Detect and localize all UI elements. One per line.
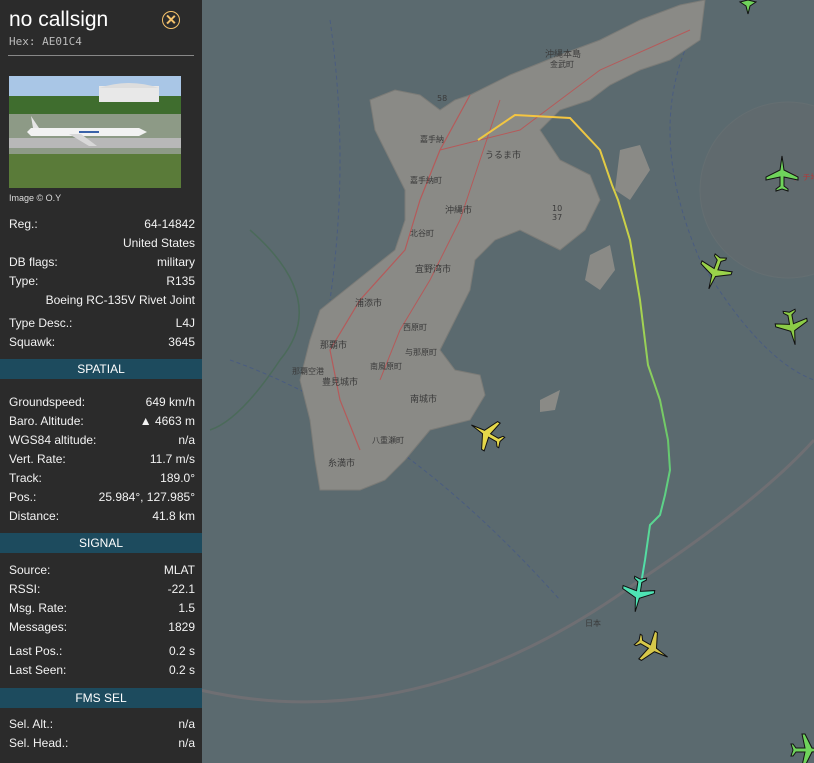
row-value: military bbox=[157, 255, 195, 269]
row-value: 0.2 s bbox=[168, 644, 195, 658]
map-label: 宜野湾市 bbox=[415, 263, 451, 275]
image-credit: Image © O.Y bbox=[9, 193, 62, 203]
row-label: Last Pos.: bbox=[9, 644, 63, 658]
map-label: 南城市 bbox=[410, 393, 437, 405]
map-label: 金武町 bbox=[550, 59, 574, 69]
row-value: United States bbox=[122, 236, 195, 250]
row-value: n/a bbox=[178, 736, 195, 750]
row-label: Type: bbox=[9, 274, 39, 288]
info-row: RSSI: -22.1 bbox=[9, 582, 195, 598]
row-label: Baro. Altitude: bbox=[9, 414, 84, 428]
row-label: Groundspeed: bbox=[9, 395, 86, 409]
info-row-registration: Reg.: 64-14842 bbox=[9, 217, 195, 233]
row-value: 189.0° bbox=[160, 471, 195, 485]
section-header-fms[interactable]: FMS SEL bbox=[0, 688, 202, 708]
row-label: Last Seen: bbox=[9, 663, 67, 677]
hex-code: Hex: AE01C4 bbox=[9, 35, 82, 48]
row-label: WGS84 altitude: bbox=[9, 433, 97, 447]
row-value: R135 bbox=[166, 274, 195, 288]
map-label: 37 bbox=[552, 213, 562, 222]
row-label: Pos.: bbox=[9, 490, 37, 504]
map-label: 豊見城市 bbox=[322, 376, 358, 388]
row-label: Vert. Rate: bbox=[9, 452, 66, 466]
info-row: Msg. Rate: 1.5 bbox=[9, 601, 195, 617]
row-label: Track: bbox=[9, 471, 42, 485]
map-label: 沖縄市 bbox=[445, 204, 472, 216]
map-label: うるま市 bbox=[485, 149, 521, 161]
row-label: Sel. Alt.: bbox=[9, 717, 54, 731]
aircraft-info-panel: no callsign Hex: AE01C4 Image © O.Y Reg.… bbox=[0, 0, 202, 763]
map-label: 10 bbox=[552, 204, 562, 213]
map-label: 58 bbox=[437, 94, 447, 103]
row-label: Type Desc.: bbox=[9, 316, 73, 330]
section-header-spatial[interactable]: SPATIAL bbox=[0, 359, 202, 379]
map-label: 与那原町 bbox=[405, 348, 437, 357]
row-value: 1.5 bbox=[178, 601, 195, 615]
info-row-type-name: Boeing RC-135V Rivet Joint bbox=[9, 293, 195, 309]
close-icon[interactable] bbox=[162, 11, 180, 29]
row-value: 11.7 m/s bbox=[149, 452, 195, 466]
row-value: n/a bbox=[178, 717, 195, 731]
info-row: Sel. Alt.: n/a bbox=[9, 717, 195, 733]
row-label: Distance: bbox=[9, 509, 60, 523]
row-value: 1829 bbox=[168, 620, 195, 634]
row-label: Source: bbox=[9, 563, 51, 577]
info-row-type-desc: Type Desc.: L4J bbox=[9, 316, 195, 332]
row-label: Sel. Head.: bbox=[9, 736, 69, 750]
row-value: ▲ 4663 m bbox=[139, 414, 195, 428]
row-value: 649 km/h bbox=[145, 395, 195, 409]
info-row-db-flags: DB flags: military bbox=[9, 255, 195, 271]
info-row: Groundspeed: 649 km/h bbox=[9, 395, 195, 411]
row-value: L4J bbox=[175, 316, 195, 330]
map-label: 浦添市 bbox=[355, 297, 382, 309]
info-row: WGS84 altitude: n/a bbox=[9, 433, 195, 449]
row-value: 0.2 s bbox=[168, 663, 195, 677]
map-label: 那覇市 bbox=[320, 339, 347, 351]
info-row: Track: 189.0° bbox=[9, 471, 195, 487]
info-row: Vert. Rate: 11.7 m/s bbox=[9, 452, 195, 468]
info-row-squawk: Squawk: 3645 bbox=[9, 335, 195, 351]
info-row: Messages: 1829 bbox=[9, 620, 195, 636]
row-label: Squawk: bbox=[9, 335, 56, 349]
row-label: DB flags: bbox=[9, 255, 58, 269]
row-value: Boeing RC-135V Rivet Joint bbox=[45, 293, 195, 307]
info-row: Sel. Head.: n/a bbox=[9, 736, 195, 752]
row-value: -22.1 bbox=[167, 582, 195, 596]
info-row: Last Pos.: 0.2 s bbox=[9, 644, 195, 660]
divider bbox=[8, 55, 194, 56]
section-header-signal[interactable]: SIGNAL bbox=[0, 533, 202, 553]
info-row: Source: MLAT bbox=[9, 563, 195, 579]
map-label: 西原町 bbox=[403, 323, 427, 332]
callsign-title: no callsign bbox=[9, 8, 109, 31]
row-label: RSSI: bbox=[9, 582, 41, 596]
map-label: 那覇空港 bbox=[292, 366, 324, 376]
info-row: Last Seen: 0.2 s bbox=[9, 663, 195, 679]
row-label: Messages: bbox=[9, 620, 68, 634]
row-value: 41.8 km bbox=[152, 509, 195, 523]
map-label: 糸満市 bbox=[328, 457, 355, 469]
map-label: 北谷町 bbox=[410, 229, 434, 238]
row-value: 64-14842 bbox=[144, 217, 195, 231]
map-label: 南風原町 bbox=[370, 361, 402, 371]
row-label: Reg.: bbox=[9, 217, 38, 231]
map-label: 嘉手納 bbox=[420, 134, 444, 144]
map-label: 八重瀬町 bbox=[372, 435, 404, 445]
aircraft-photo[interactable] bbox=[9, 76, 181, 188]
row-value: 3645 bbox=[168, 335, 195, 349]
row-label: Msg. Rate: bbox=[9, 601, 68, 615]
info-row: Baro. Altitude: ▲ 4663 m bbox=[9, 414, 195, 430]
row-value: n/a bbox=[178, 433, 195, 447]
map-label: 沖縄本島 bbox=[545, 48, 581, 60]
info-row: Distance: 41.8 km bbox=[9, 509, 195, 525]
info-row: Pos.: 25.984°, 127.985° bbox=[9, 490, 195, 506]
info-row-country: United States bbox=[9, 236, 195, 252]
info-row-type: Type: R135 bbox=[9, 274, 195, 290]
map-label: 嘉手納町 bbox=[410, 175, 442, 185]
map-label: 日本 bbox=[585, 618, 601, 628]
row-value: 25.984°, 127.985° bbox=[98, 490, 195, 504]
row-value: MLAT bbox=[163, 563, 195, 577]
